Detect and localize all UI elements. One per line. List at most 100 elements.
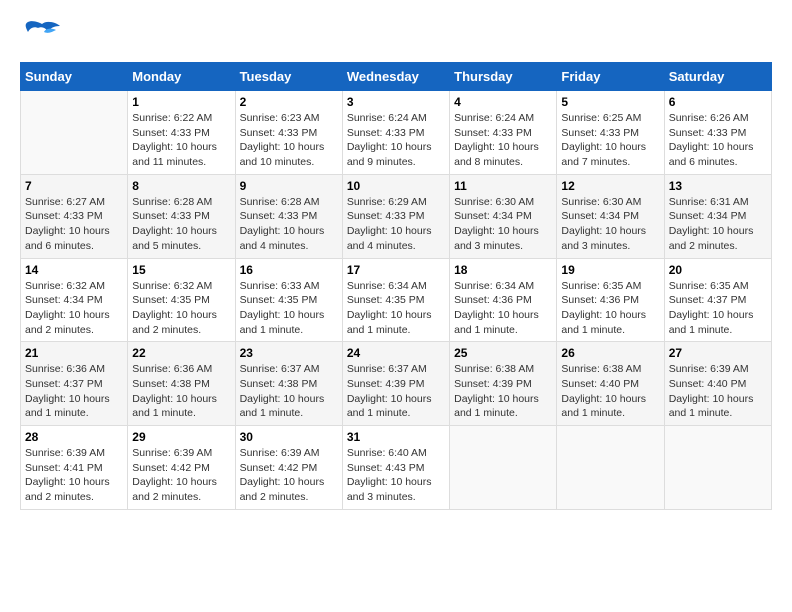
calendar-cell: 19 Sunrise: 6:35 AM Sunset: 4:36 PM Dayli…	[557, 258, 664, 342]
day-info: Sunrise: 6:28 AM Sunset: 4:33 PM Dayligh…	[240, 195, 338, 254]
day-number: 27	[669, 346, 767, 360]
day-info: Sunrise: 6:33 AM Sunset: 4:35 PM Dayligh…	[240, 279, 338, 338]
days-of-week-row: SundayMondayTuesdayWednesdayThursdayFrid…	[21, 63, 772, 91]
calendar-cell: 11Sunrise: 6:30 AM Sunset: 4:34 PM Dayli…	[450, 174, 557, 258]
calendar-cell	[664, 426, 771, 510]
day-info: Sunrise: 6:35 AM Sunset: 4:36 PM Dayligh…	[561, 279, 659, 338]
day-number: 19	[561, 263, 659, 277]
day-number: 1	[132, 95, 230, 109]
calendar-cell: 1 Sunrise: 6:22 AM Sunset: 4:33 PM Daylig…	[128, 91, 235, 175]
day-info: Sunrise: 6:30 AM Sunset: 4:34 PM Dayligh…	[454, 195, 552, 254]
day-number: 31	[347, 430, 445, 444]
day-number: 17	[347, 263, 445, 277]
calendar-cell: 29 Sunrise: 6:39 AM Sunset: 4:42 PM Dayli…	[128, 426, 235, 510]
calendar-cell: 8Sunrise: 6:28 AM Sunset: 4:33 PM Daylig…	[128, 174, 235, 258]
day-number: 6	[669, 95, 767, 109]
day-info: Sunrise: 6:27 AM Sunset: 4:33 PM Dayligh…	[25, 195, 123, 254]
day-number: 7	[25, 179, 123, 193]
day-info: Sunrise: 6:22 AM Sunset: 4:33 PM Dayligh…	[132, 111, 230, 170]
day-info: Sunrise: 6:34 AM Sunset: 4:36 PM Dayligh…	[454, 279, 552, 338]
day-of-week-wednesday: Wednesday	[342, 63, 449, 91]
calendar-cell: 13Sunrise: 6:31 AM Sunset: 4:34 PM Dayli…	[664, 174, 771, 258]
day-info: Sunrise: 6:32 AM Sunset: 4:35 PM Dayligh…	[132, 279, 230, 338]
calendar-cell: 5 Sunrise: 6:25 AM Sunset: 4:33 PM Daylig…	[557, 91, 664, 175]
day-info: Sunrise: 6:30 AM Sunset: 4:34 PM Dayligh…	[561, 195, 659, 254]
calendar-week-row: 21 Sunrise: 6:36 AM Sunset: 4:37 PM Dayli…	[21, 342, 772, 426]
day-number: 2	[240, 95, 338, 109]
calendar-week-row: 1 Sunrise: 6:22 AM Sunset: 4:33 PM Daylig…	[21, 91, 772, 175]
day-number: 16	[240, 263, 338, 277]
day-info: Sunrise: 6:24 AM Sunset: 4:33 PM Dayligh…	[347, 111, 445, 170]
day-number: 5	[561, 95, 659, 109]
logo-bird-icon	[24, 20, 60, 48]
day-number: 10	[347, 179, 445, 193]
calendar-body: 1 Sunrise: 6:22 AM Sunset: 4:33 PM Daylig…	[21, 91, 772, 510]
day-info: Sunrise: 6:36 AM Sunset: 4:37 PM Dayligh…	[25, 362, 123, 421]
day-number: 9	[240, 179, 338, 193]
calendar-cell: 31 Sunrise: 6:40 AM Sunset: 4:43 PM Dayli…	[342, 426, 449, 510]
calendar-cell: 9 Sunrise: 6:28 AM Sunset: 4:33 PM Daylig…	[235, 174, 342, 258]
day-number: 24	[347, 346, 445, 360]
day-number: 12	[561, 179, 659, 193]
day-info: Sunrise: 6:37 AM Sunset: 4:39 PM Dayligh…	[347, 362, 445, 421]
calendar-cell: 16 Sunrise: 6:33 AM Sunset: 4:35 PM Dayli…	[235, 258, 342, 342]
day-info: Sunrise: 6:39 AM Sunset: 4:40 PM Dayligh…	[669, 362, 767, 421]
day-info: Sunrise: 6:26 AM Sunset: 4:33 PM Dayligh…	[669, 111, 767, 170]
day-of-week-tuesday: Tuesday	[235, 63, 342, 91]
day-number: 21	[25, 346, 123, 360]
day-number: 25	[454, 346, 552, 360]
calendar-cell	[21, 91, 128, 175]
day-info: Sunrise: 6:28 AM Sunset: 4:33 PM Dayligh…	[132, 195, 230, 254]
calendar-cell: 14Sunrise: 6:32 AM Sunset: 4:34 PM Dayli…	[21, 258, 128, 342]
calendar-cell: 4Sunrise: 6:24 AM Sunset: 4:33 PM Daylig…	[450, 91, 557, 175]
calendar-table: SundayMondayTuesdayWednesdayThursdayFrid…	[20, 62, 772, 510]
day-info: Sunrise: 6:23 AM Sunset: 4:33 PM Dayligh…	[240, 111, 338, 170]
day-info: Sunrise: 6:38 AM Sunset: 4:39 PM Dayligh…	[454, 362, 552, 421]
day-info: Sunrise: 6:39 AM Sunset: 4:41 PM Dayligh…	[25, 446, 123, 505]
calendar-cell: 21 Sunrise: 6:36 AM Sunset: 4:37 PM Dayli…	[21, 342, 128, 426]
day-number: 28	[25, 430, 123, 444]
calendar-week-row: 28 Sunrise: 6:39 AM Sunset: 4:41 PM Dayli…	[21, 426, 772, 510]
day-info: Sunrise: 6:36 AM Sunset: 4:38 PM Dayligh…	[132, 362, 230, 421]
day-of-week-thursday: Thursday	[450, 63, 557, 91]
calendar-cell: 7 Sunrise: 6:27 AM Sunset: 4:33 PM Daylig…	[21, 174, 128, 258]
day-number: 29	[132, 430, 230, 444]
calendar-cell: 22 Sunrise: 6:36 AM Sunset: 4:38 PM Dayli…	[128, 342, 235, 426]
calendar-cell: 27 Sunrise: 6:39 AM Sunset: 4:40 PM Dayli…	[664, 342, 771, 426]
calendar-week-row: 14Sunrise: 6:32 AM Sunset: 4:34 PM Dayli…	[21, 258, 772, 342]
day-number: 4	[454, 95, 552, 109]
calendar-header: SundayMondayTuesdayWednesdayThursdayFrid…	[21, 63, 772, 91]
day-number: 23	[240, 346, 338, 360]
calendar-cell: 24 Sunrise: 6:37 AM Sunset: 4:39 PM Dayli…	[342, 342, 449, 426]
day-info: Sunrise: 6:39 AM Sunset: 4:42 PM Dayligh…	[132, 446, 230, 505]
calendar-cell: 2 Sunrise: 6:23 AM Sunset: 4:33 PM Daylig…	[235, 91, 342, 175]
day-info: Sunrise: 6:25 AM Sunset: 4:33 PM Dayligh…	[561, 111, 659, 170]
day-info: Sunrise: 6:40 AM Sunset: 4:43 PM Dayligh…	[347, 446, 445, 505]
calendar-cell: 26 Sunrise: 6:38 AM Sunset: 4:40 PM Dayli…	[557, 342, 664, 426]
calendar-cell: 23Sunrise: 6:37 AM Sunset: 4:38 PM Dayli…	[235, 342, 342, 426]
calendar-cell: 25 Sunrise: 6:38 AM Sunset: 4:39 PM Dayli…	[450, 342, 557, 426]
day-of-week-sunday: Sunday	[21, 63, 128, 91]
day-info: Sunrise: 6:35 AM Sunset: 4:37 PM Dayligh…	[669, 279, 767, 338]
day-number: 3	[347, 95, 445, 109]
calendar-cell: 15 Sunrise: 6:32 AM Sunset: 4:35 PM Dayli…	[128, 258, 235, 342]
day-number: 18	[454, 263, 552, 277]
day-number: 15	[132, 263, 230, 277]
page-header	[20, 20, 772, 52]
day-info: Sunrise: 6:38 AM Sunset: 4:40 PM Dayligh…	[561, 362, 659, 421]
day-of-week-saturday: Saturday	[664, 63, 771, 91]
calendar-cell: 30 Sunrise: 6:39 AM Sunset: 4:42 PM Dayli…	[235, 426, 342, 510]
calendar-cell: 20Sunrise: 6:35 AM Sunset: 4:37 PM Dayli…	[664, 258, 771, 342]
day-info: Sunrise: 6:34 AM Sunset: 4:35 PM Dayligh…	[347, 279, 445, 338]
day-number: 30	[240, 430, 338, 444]
day-number: 26	[561, 346, 659, 360]
logo	[20, 20, 60, 52]
day-info: Sunrise: 6:39 AM Sunset: 4:42 PM Dayligh…	[240, 446, 338, 505]
day-number: 22	[132, 346, 230, 360]
calendar-cell	[557, 426, 664, 510]
calendar-cell: 28 Sunrise: 6:39 AM Sunset: 4:41 PM Dayli…	[21, 426, 128, 510]
day-info: Sunrise: 6:31 AM Sunset: 4:34 PM Dayligh…	[669, 195, 767, 254]
day-number: 14	[25, 263, 123, 277]
calendar-cell	[450, 426, 557, 510]
calendar-cell: 12 Sunrise: 6:30 AM Sunset: 4:34 PM Dayli…	[557, 174, 664, 258]
